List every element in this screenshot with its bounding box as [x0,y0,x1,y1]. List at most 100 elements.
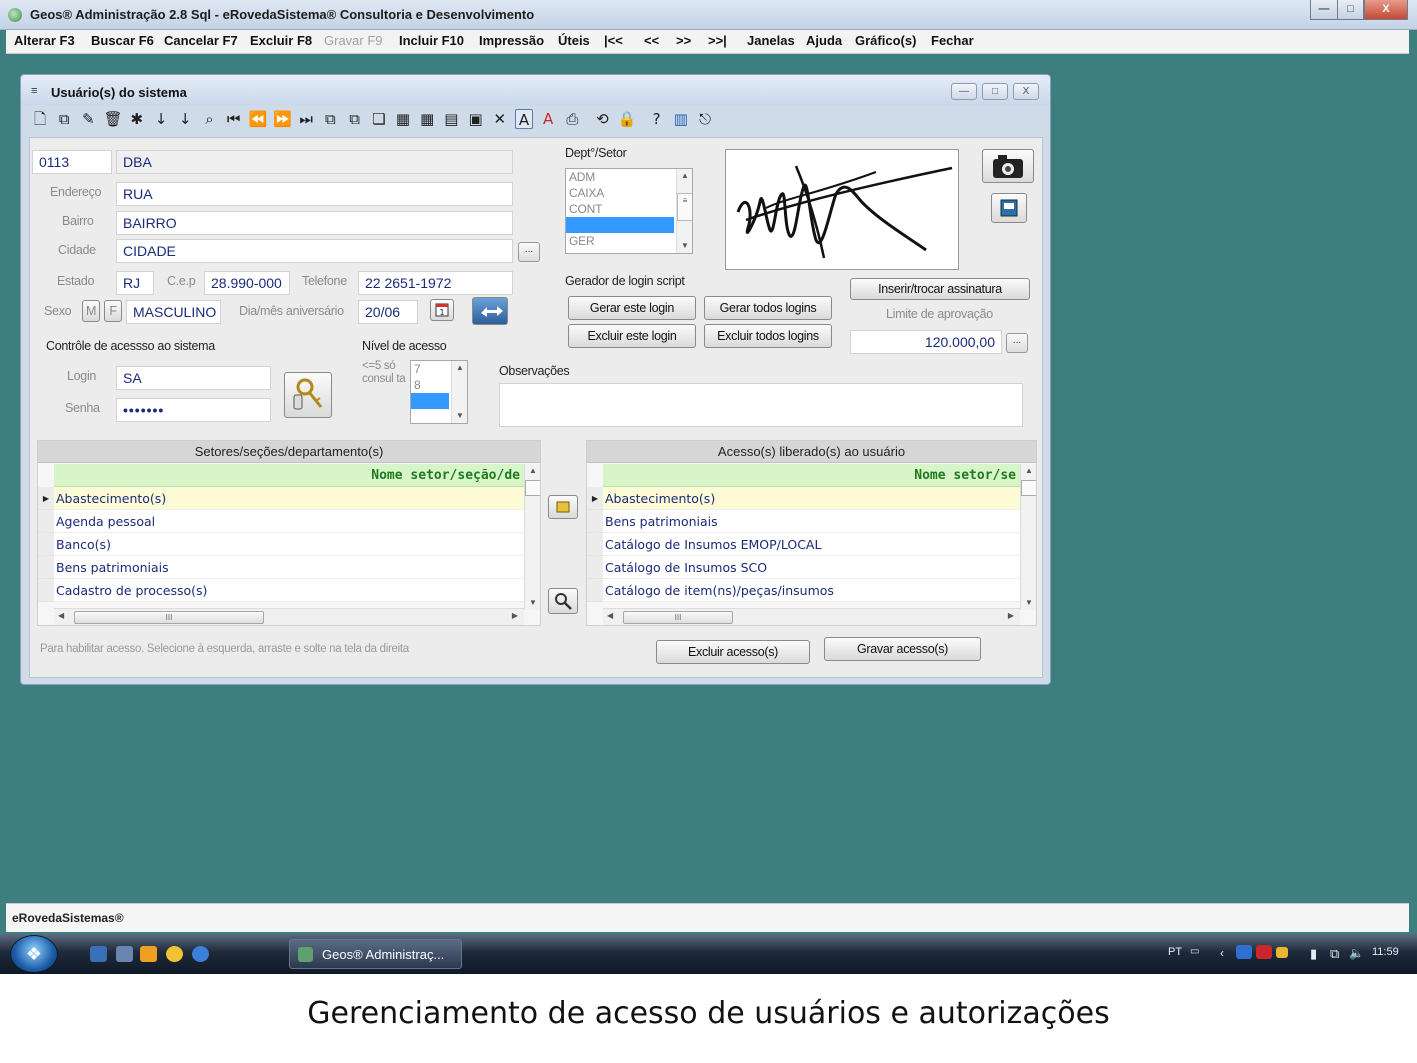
close-button[interactable]: X [1364,0,1408,20]
gerar-todos-logins-button[interactable]: Gerar todos logins [704,296,832,320]
child-minimize-button[interactable]: — [951,83,977,100]
login-field[interactable]: SA [116,366,271,390]
camera-button[interactable] [982,149,1034,183]
last-record-icon[interactable]: ⏭ [297,109,315,129]
keys-button[interactable] [284,372,332,418]
excluir-todos-logins-button[interactable]: Excluir todos logins [704,324,832,348]
dept-listbox[interactable]: ADM CAIXA CONT GER ▲ ≡ ▼ [565,168,693,254]
menu-graficos[interactable]: Gráfico(s) [855,33,916,48]
print-icon[interactable]: ⎙ [563,109,581,129]
dept-option-selected[interactable] [566,217,674,233]
first-record-icon[interactable]: ⏮ [225,109,243,129]
bairro-field[interactable]: BAIRRO [116,211,513,235]
network-icon[interactable]: ⧉ [1330,946,1339,962]
scroll-up-icon[interactable]: ▲ [525,464,540,478]
tray-warning-icon[interactable] [1276,947,1288,958]
bar-chart-icon[interactable]: ▥ [672,109,690,129]
font-color-icon[interactable]: A [539,109,557,129]
menu-next[interactable]: >> [676,33,691,48]
refresh-icon[interactable]: ⟲ [593,109,611,129]
scroll-down-icon[interactable]: ▼ [452,409,467,423]
new-document-icon[interactable]: 🗋 [31,109,49,129]
menu-incluir[interactable]: Incluir F10 [399,33,464,48]
row-header[interactable] [587,510,603,533]
calendar-icon[interactable]: ▣ [467,109,485,129]
cidade-browse-button[interactable]: ... [518,242,540,262]
sort-za-icon[interactable]: ↓ [176,109,194,129]
dept-option[interactable]: CONT [566,201,692,217]
sexo-f-button[interactable]: F [104,300,122,322]
table-row[interactable]: Bens patrimoniais [54,556,524,579]
scroll-right-icon[interactable]: ▶ [1008,611,1014,620]
scroll-thumb[interactable]: III [74,611,264,624]
export-icon[interactable]: ✕ [491,109,509,129]
nivel-listbox[interactable]: 7 8 ▲ ▼ [410,360,468,424]
acessos-hscroll[interactable]: ◀ III ▶ [603,608,1020,625]
scroll-up-icon[interactable]: ▲ [1021,464,1036,478]
minimize-button[interactable]: — [1310,0,1338,20]
internet-explorer-icon[interactable] [192,946,209,962]
menu-previous[interactable]: << [644,33,659,48]
menu-last[interactable]: >>| [708,33,727,48]
row-header[interactable] [38,579,54,602]
taskbar-geos-item[interactable]: Geos® Administraç... [289,939,462,969]
table-row[interactable]: Abastecimento(s) [54,487,524,510]
media-player-icon[interactable] [140,946,157,962]
search-button[interactable] [548,588,578,614]
scroll-up-icon[interactable]: ▲ [677,169,692,183]
tray-app-icon[interactable] [1236,945,1252,959]
menu-alterar[interactable]: Alterar F3 [14,33,75,48]
scroll-down-icon[interactable]: ▼ [1021,596,1036,610]
clear-filter-icon[interactable]: ✱ [128,109,146,129]
observacoes-field[interactable] [499,383,1023,427]
name-field[interactable]: DBA [116,150,513,174]
acessos-column-header[interactable]: Nome setor/se [603,464,1020,487]
excluir-este-login-button[interactable]: Excluir este login [568,324,696,348]
scroll-thumb[interactable] [525,480,540,496]
child-close-button[interactable]: X [1013,83,1039,100]
help-icon[interactable]: ? [648,109,666,129]
dept-scrollbar[interactable]: ▲ ≡ ▼ [676,169,692,253]
nivel-option-selected[interactable] [411,393,449,409]
menu-uteis[interactable]: Úteis [558,33,590,48]
menu-janelas[interactable]: Janelas [747,33,795,48]
dept-option[interactable]: GER [566,233,692,249]
explorer-icon[interactable] [116,946,133,962]
delete-record-icon[interactable]: 🗑 [104,109,123,129]
volume-icon[interactable]: 🔈 [1349,946,1364,960]
sort-az-icon[interactable]: ↓ [152,109,170,129]
duplicate-icon[interactable]: ⧉ [321,109,339,129]
setores-hscroll[interactable]: ◀ III ▶ [54,608,524,625]
limite-field[interactable]: 120.000,00 [850,330,1002,354]
menu-first[interactable]: |<< [604,33,623,48]
exit-icon[interactable]: ⎋ [696,109,714,129]
sexo-m-button[interactable]: M [82,300,100,322]
calendar-button[interactable]: 1 [430,299,454,321]
save-image-button[interactable] [991,193,1027,223]
menu-gravar[interactable]: Gravar F9 [324,33,383,48]
transfer-button[interactable] [548,495,578,519]
dept-option[interactable]: ADM [566,169,692,185]
gravar-acesso-button[interactable]: Gravar acesso(s) [824,637,981,661]
table-row[interactable]: Cadastro de processo(s) [54,579,524,602]
spreadsheet-icon[interactable]: ▦ [418,109,436,129]
table-row[interactable]: Abastecimento(s) [603,487,1020,510]
current-row-indicator[interactable]: ▶ [587,487,603,510]
scroll-left-icon[interactable]: ◀ [607,611,613,620]
lock-icon[interactable]: 🔒 [618,109,637,129]
paste-icon[interactable]: ⧉ [346,109,364,129]
grid-view-icon[interactable]: ▦ [394,109,412,129]
messenger-icon[interactable] [166,946,183,962]
tray-power-icon[interactable]: ▮ [1310,946,1317,962]
scroll-thumb[interactable]: III [623,611,733,624]
menu-buscar[interactable]: Buscar F6 [91,33,154,48]
scroll-thumb[interactable] [1021,480,1036,496]
scroll-left-icon[interactable]: ◀ [58,611,64,620]
limite-browse-button[interactable]: ... [1006,333,1028,353]
tray-expand-icon[interactable]: ‹ [1220,946,1224,960]
clock[interactable]: 11:59 [1372,946,1399,958]
acessos-vscroll[interactable]: ▲ ▼ [1020,464,1036,610]
scroll-thumb[interactable]: ≡ [677,193,692,221]
start-button[interactable]: ❖ [10,935,58,973]
aniversario-field[interactable]: 20/06 [358,300,418,324]
